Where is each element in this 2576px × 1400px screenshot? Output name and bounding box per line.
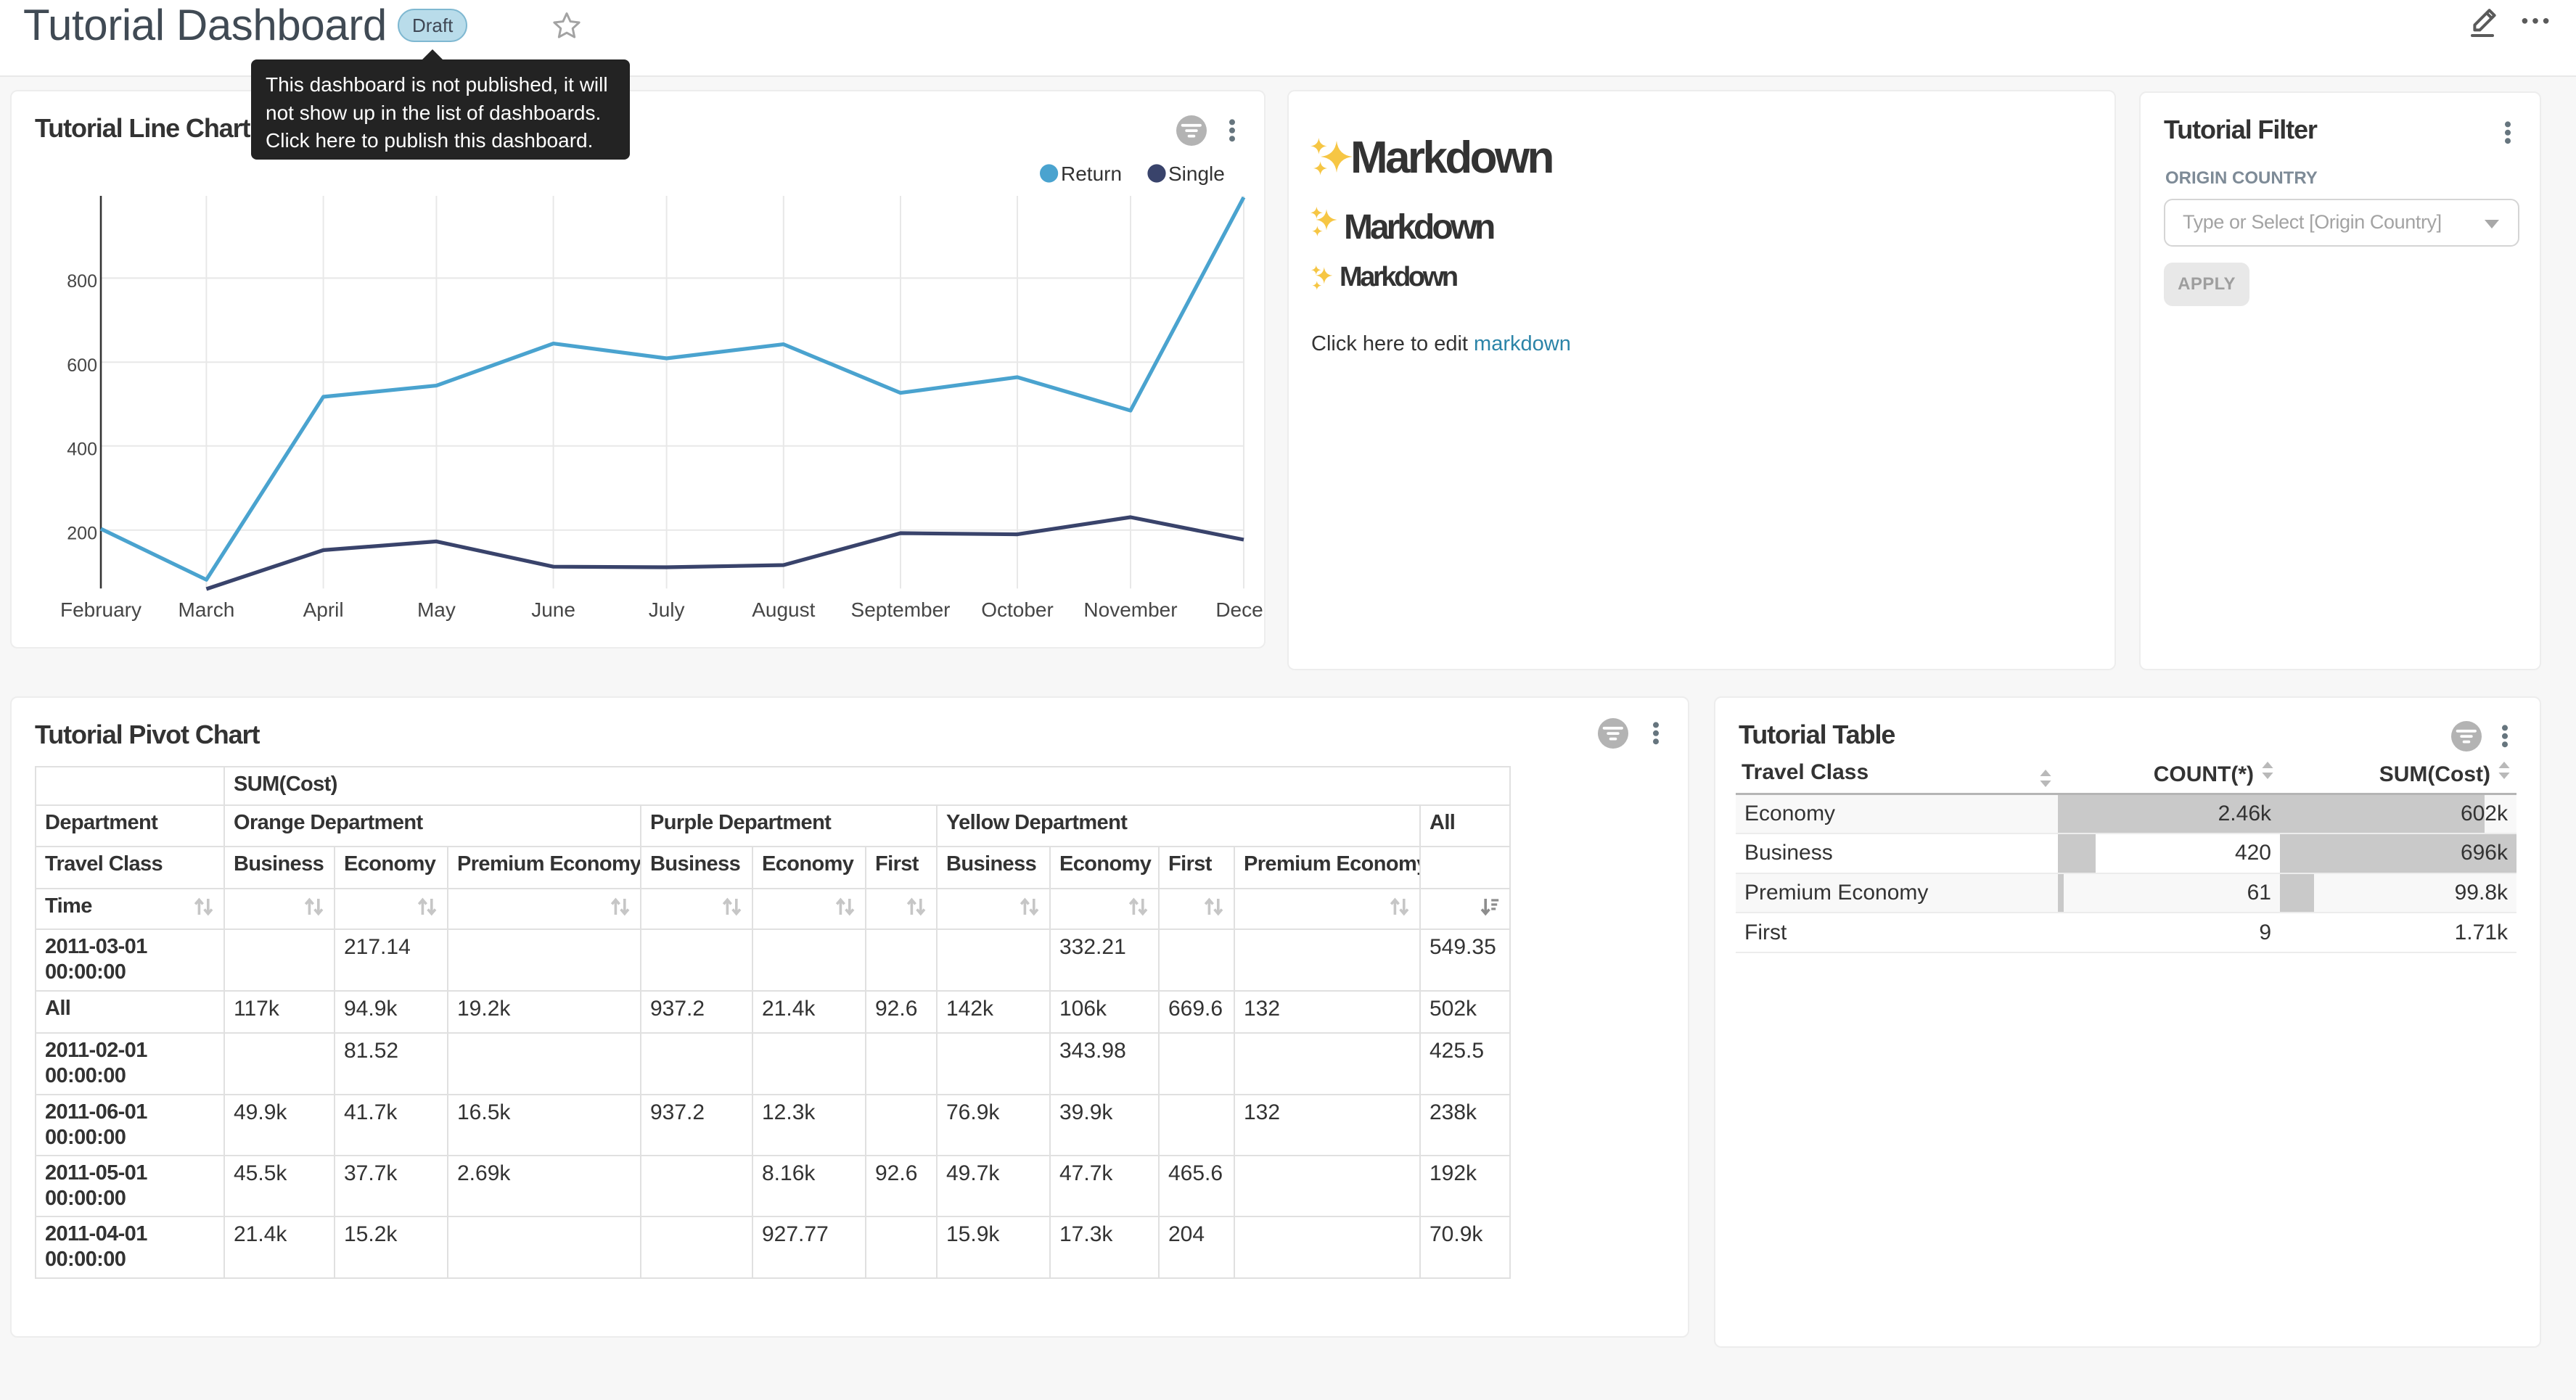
svg-text:March: March (179, 598, 235, 621)
svg-text:July: July (649, 598, 685, 621)
svg-text:600: 600 (67, 355, 97, 376)
svg-text:August: August (752, 598, 815, 621)
svg-text:February: February (60, 598, 141, 621)
svg-text:Return: Return (1061, 162, 1122, 185)
svg-text:400: 400 (67, 439, 97, 459)
svg-text:October: October (981, 598, 1054, 621)
svg-text:May: May (417, 598, 456, 621)
svg-text:200: 200 (67, 523, 97, 543)
svg-text:800: 800 (67, 271, 97, 292)
svg-text:September: September (851, 598, 951, 621)
svg-text:Dece: Dece (1215, 598, 1263, 621)
svg-text:Single: Single (1168, 162, 1225, 185)
svg-text:June: June (531, 598, 575, 621)
svg-text:April: April (303, 598, 344, 621)
svg-text:November: November (1083, 598, 1177, 621)
